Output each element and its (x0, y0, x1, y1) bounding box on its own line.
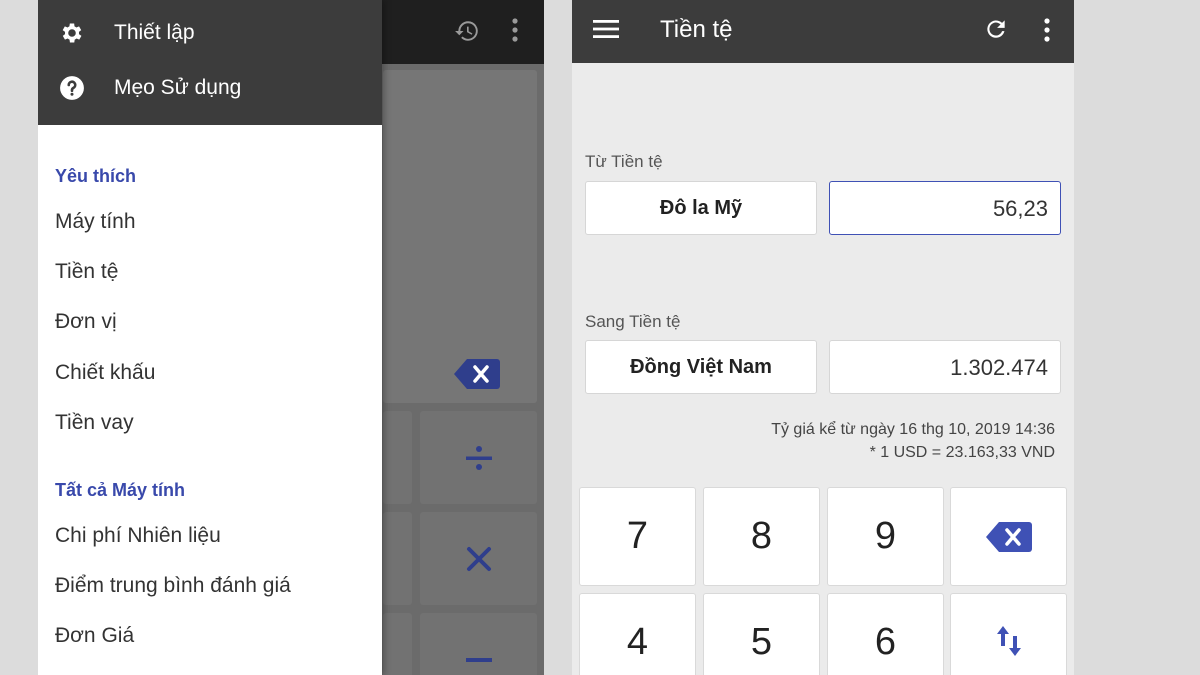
exchange-rate-value: * 1 USD = 23.163,33 VND (869, 444, 1055, 461)
exchange-rate-date: Tỷ giá kể từ ngày 16 thg 10, 2019 14:36 (771, 421, 1055, 438)
multiply-key[interactable] (420, 512, 537, 605)
menu-item-loan[interactable]: Tiền vay (55, 411, 134, 435)
drawer-item-label: Thiết lập (114, 21, 195, 44)
divide-key[interactable] (420, 411, 537, 504)
backspace-icon[interactable] (454, 358, 500, 390)
history-icon[interactable] (454, 18, 480, 44)
gear-icon (62, 23, 82, 43)
to-currency-label: Sang Tiền tệ (585, 312, 681, 331)
more-vert-icon[interactable] (510, 16, 520, 44)
calculator-display (383, 70, 537, 403)
swap-currencies-key[interactable] (950, 593, 1067, 675)
key-6[interactable]: 6 (827, 593, 944, 675)
backspace-key[interactable] (950, 487, 1067, 586)
key-5[interactable]: 5 (703, 593, 820, 675)
left-phone-screen: Thiết lập Mẹo Sử dụng Yêu thích Máy tính… (38, 0, 544, 675)
menu-item-unit-price[interactable]: Đơn Giá (55, 624, 134, 648)
drawer-item-label: Mẹo Sử dụng (114, 76, 242, 99)
hamburger-menu-icon[interactable] (593, 17, 619, 41)
section-title-all-calculators: Tất cả Máy tính (55, 480, 186, 500)
calculator-key[interactable] (383, 411, 412, 504)
multiply-icon (466, 546, 491, 571)
menu-item-currency[interactable]: Tiền tệ (55, 260, 118, 284)
drawer-header: Thiết lập Mẹo Sử dụng (38, 0, 382, 125)
swap-vertical-icon (996, 626, 1021, 656)
key-8[interactable]: 8 (703, 487, 820, 586)
from-currency-label: Từ Tiền tệ (585, 152, 663, 171)
drawer-item-settings[interactable]: Thiết lập (38, 8, 382, 58)
help-icon (60, 76, 84, 100)
backspace-icon (985, 521, 1032, 552)
calculator-key[interactable] (383, 512, 412, 605)
right-phone-screen: Tiền tệ Từ Tiền tệ Đô la Mỹ 56,23 Sang T… (572, 0, 1074, 675)
key-7[interactable]: 7 (579, 487, 696, 586)
menu-item-discount[interactable]: Chiết khấu (55, 361, 155, 385)
key-9[interactable]: 9 (827, 487, 944, 586)
minus-key[interactable] (420, 613, 537, 675)
refresh-icon[interactable] (983, 16, 1009, 42)
minus-icon (465, 657, 492, 662)
drawer-item-tips[interactable]: Mẹo Sử dụng (38, 63, 382, 113)
currency-appbar: Tiền tệ (572, 0, 1074, 63)
section-title-favorites: Yêu thích (55, 166, 137, 186)
more-vert-icon[interactable] (1042, 16, 1052, 44)
from-currency-button[interactable]: Đô la Mỹ (585, 181, 817, 235)
to-currency-button[interactable]: Đồng Việt Nam (585, 340, 817, 394)
menu-item-units[interactable]: Đơn vị (55, 310, 117, 334)
navigation-drawer: Thiết lập Mẹo Sử dụng Yêu thích Máy tính… (38, 0, 382, 675)
menu-item-average-rating[interactable]: Điểm trung bình đánh giá (55, 574, 291, 598)
page-title: Tiền tệ (660, 16, 733, 43)
divide-icon (465, 445, 492, 470)
calculator-key[interactable] (383, 613, 412, 675)
menu-item-fuel-cost[interactable]: Chi phí Nhiên liệu (55, 524, 221, 548)
from-amount-field[interactable]: 56,23 (829, 181, 1061, 235)
key-4[interactable]: 4 (579, 593, 696, 675)
to-amount-field[interactable]: 1.302.474 (829, 340, 1061, 394)
menu-item-calculator[interactable]: Máy tính (55, 210, 136, 234)
